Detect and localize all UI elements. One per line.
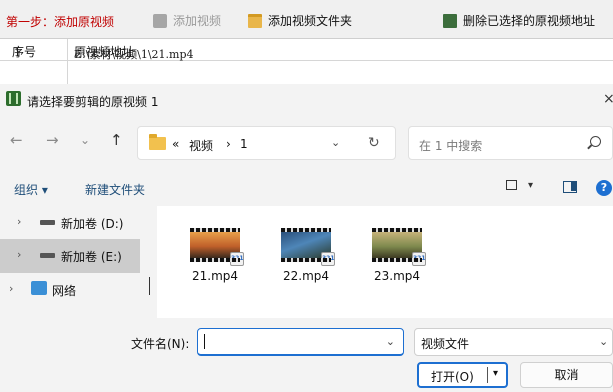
file-name: 21.mp4 [191,269,239,283]
file-list: 321 21.mp4 321 22.mp4 321 23.mp4 [157,206,613,318]
view-menu-chevron-icon[interactable]: ▾ [528,180,533,191]
chevron-right-icon[interactable]: › [9,282,13,295]
back-arrow-icon[interactable]: ← [10,133,23,148]
dialog-titlebar: 请选择要剪辑的原视频 1 × [0,84,613,116]
sidebar-item-label: 新加卷 (E:) [61,250,122,264]
breadcrumb-segment-1[interactable]: 1 [240,137,248,151]
video-icon [153,13,167,28]
breadcrumb-separator[interactable]: › [226,137,231,151]
step-title: 第一步：添加原视频 [6,15,115,29]
delete-selected-button[interactable]: 删除已选择的原视频地址 [443,12,595,29]
sidebar-item-label: 网络 [52,284,77,298]
up-arrow-icon[interactable]: ↑ [110,133,123,148]
cancel-button[interactable]: 取消 [520,362,613,388]
file-item[interactable]: 321 23.mp4 [362,228,432,283]
breadcrumb-overflow[interactable]: « [172,137,179,151]
video-file-icon: 321 [190,228,244,266]
help-icon[interactable]: ? [596,180,612,196]
file-type-select[interactable]: 视频文件 ⌄ [414,328,613,356]
open-menu-chevron-icon[interactable]: ▾ [493,368,498,379]
open-file-dialog: 请选择要剪辑的原视频 1 × ← → ⌄ ↑ « 视频 › 1 ⌄ ↻ 在 1 … [0,84,613,392]
text-cursor [204,334,205,349]
filename-label: 文件名(N): [131,337,190,351]
breadcrumb-segment-video[interactable]: 视频 [189,137,213,154]
search-input[interactable]: 在 1 中搜索 [419,137,482,154]
split-divider [487,367,488,383]
chevron-right-icon[interactable]: › [17,215,21,228]
view-icon[interactable] [506,180,517,190]
address-bar[interactable]: « 视频 › 1 ⌄ ↻ [137,126,396,160]
video-file-icon: 321 [281,228,335,266]
drive-icon [40,220,55,225]
command-bar: 组织 ▾ 新建文件夹 ▾ ? [0,174,613,204]
file-name: 22.mp4 [282,269,330,283]
column-divider [67,39,68,85]
app-toolbar: 第一步：添加原视频 添加视频 添加视频文件夹 删除已选择的原视频地址 [0,0,613,38]
pane-splitter[interactable] [141,206,155,318]
navigation-pane: › 新加卷 (D:) › 新加卷 (E:) › 网络 [0,206,140,318]
chevron-down-icon[interactable]: ⌄ [599,335,608,348]
network-icon [31,281,47,295]
dialog-title: 请选择要剪辑的原视频 1 [27,95,159,109]
search-icon [590,136,601,147]
add-video-label: 添加视频 [173,14,222,28]
chevron-down-icon[interactable]: ⌄ [331,136,340,149]
delete-label: 删除已选择的原视频地址 [463,14,596,28]
recent-locations-icon[interactable]: ⌄ [80,133,90,148]
drive-icon [40,253,55,258]
row-index: 1 [14,46,21,59]
background-app: 第一步：添加原视频 添加视频 添加视频文件夹 删除已选择的原视频地址 序号 原视… [0,0,613,85]
row-path: E:\素材\视频\1\21.mp4 [74,48,194,61]
dialog-footer: 文件名(N): ⌄ 视频文件 ⌄ 打开(O) ▾ 取消 [0,318,613,392]
add-folder-button[interactable]: 添加视频文件夹 [248,12,352,29]
search-box[interactable]: 在 1 中搜索 [408,126,613,160]
video-table: 序号 原视频地址 1 E:\素材\视频\1\21.mp4 [0,38,613,85]
sidebar-item-drive-d[interactable]: › 新加卷 (D:) [0,206,140,240]
open-button-label: 打开(O) [431,370,474,384]
video-file-icon: 321 [372,228,426,266]
folder-icon [248,13,262,28]
forward-arrow-icon[interactable]: → [46,133,59,148]
sidebar-item-drive-e[interactable]: › 新加卷 (E:) [0,239,140,273]
filename-input[interactable]: ⌄ [197,328,404,356]
app-icon [6,91,21,106]
new-folder-button[interactable]: 新建文件夹 [85,181,145,198]
sidebar-item-network[interactable]: › 网络 [0,273,140,307]
folder-icon [149,134,166,150]
scrollbar-thumb[interactable] [149,277,150,295]
sidebar-item-label: 新加卷 (D:) [61,217,124,231]
chevron-right-icon[interactable]: › [17,248,21,261]
close-icon[interactable]: × [603,91,613,107]
chevron-down-icon[interactable]: ⌄ [386,335,395,348]
file-type-value: 视频文件 [421,337,470,351]
add-folder-label: 添加视频文件夹 [268,14,353,28]
open-button[interactable]: 打开(O) ▾ [417,362,508,388]
film-icon [443,13,457,28]
preview-pane-icon[interactable] [563,181,577,193]
file-item[interactable]: 321 21.mp4 [180,228,250,283]
navigation-bar: ← → ⌄ ↑ « 视频 › 1 ⌄ ↻ 在 1 中搜索 [0,120,613,164]
organize-menu[interactable]: 组织 ▾ [14,181,48,198]
refresh-icon[interactable]: ↻ [368,135,380,151]
file-item[interactable]: 321 22.mp4 [271,228,341,283]
file-name: 23.mp4 [373,269,421,283]
add-video-button[interactable]: 添加视频 [153,12,221,29]
